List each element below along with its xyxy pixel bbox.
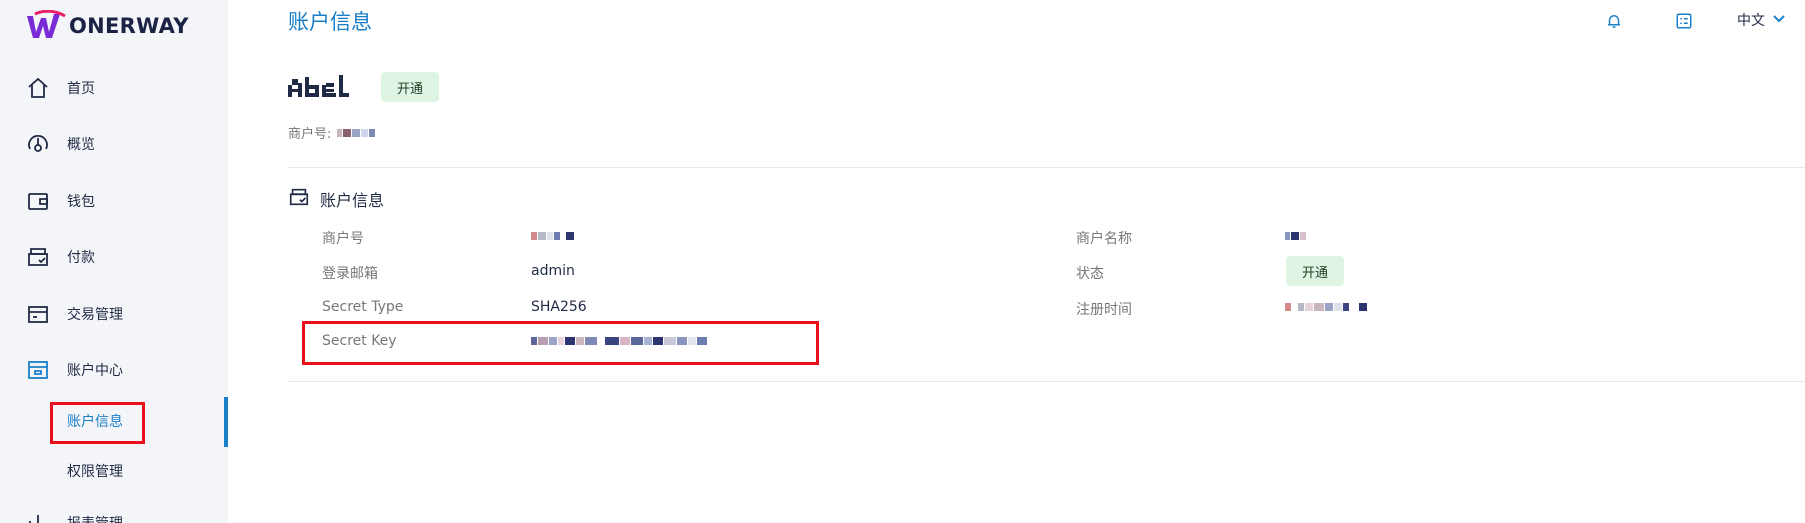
report-icon [25, 510, 51, 523]
field-label-merchant-name: 商户名称 [1076, 231, 1132, 247]
field-label-login-email: 登录邮箱 [322, 266, 378, 282]
field-value-status-badge: 开通 [1286, 256, 1344, 286]
sidebar-item-overview[interactable]: 概览 [0, 124, 228, 164]
field-value-merchant-no-redacted [531, 229, 574, 243]
transactions-icon [25, 301, 51, 327]
sidebar-item-label: 账户中心 [67, 363, 123, 379]
sidebar-item-label: 首页 [67, 81, 95, 97]
divider [288, 381, 1805, 382]
language-label: 中文 [1737, 13, 1765, 29]
sidebar-active-indicator [224, 397, 228, 447]
field-value-login-email: admin [531, 263, 575, 279]
chevron-down-icon [1773, 12, 1785, 28]
bell-icon[interactable] [1603, 10, 1625, 32]
sidebar-subitem-permissions[interactable]: 权限管理 [0, 451, 228, 491]
home-icon [25, 75, 51, 101]
sidebar-item-account-center[interactable]: 账户中心 [0, 350, 228, 390]
account-info-icon [288, 186, 310, 212]
sidebar-item-home[interactable]: 首页 [0, 68, 228, 108]
merchant-number-redacted [337, 126, 376, 140]
logo[interactable]: ONERWAY [25, 8, 189, 44]
onerway-logo-icon [27, 10, 66, 38]
sidebar-item-transactions[interactable]: 交易管理 [0, 294, 228, 334]
sidebar-item-label: 报表管理 [67, 513, 123, 523]
merchant-name-redacted [288, 68, 354, 104]
status-badge: 开通 [381, 72, 439, 102]
field-label-register-time: 注册时间 [1076, 302, 1132, 318]
sidebar-item-reports[interactable]: 报表管理 [0, 503, 228, 523]
field-label-secret-type: Secret Type [322, 299, 404, 315]
field-value-merchant-name-redacted [1285, 229, 1306, 243]
section-title: 账户信息 [288, 186, 384, 212]
sidebar-subitem-label: 权限管理 [67, 464, 123, 480]
merchant-number: 商户号: [288, 123, 376, 142]
payment-icon [25, 244, 51, 270]
dashboard-icon [25, 131, 51, 157]
sidebar: ONERWAY 首页 概览 钱包 付款 交易管理 账户中心 账户信息 权限管理 [0, 0, 228, 523]
field-label-merchant-no: 商户号 [322, 231, 364, 247]
sidebar-item-label: 交易管理 [67, 307, 123, 323]
merchant-number-label: 商户号: [288, 127, 332, 142]
highlight-box-secret-key [302, 321, 819, 365]
sidebar-item-payment[interactable]: 付款 [0, 237, 228, 277]
profile-card-icon[interactable] [1673, 10, 1695, 32]
brand-name: ONERWAY [69, 14, 189, 38]
sidebar-item-label: 钱包 [67, 194, 95, 210]
field-value-secret-type: SHA256 [531, 299, 587, 315]
section-title-text: 账户信息 [320, 191, 385, 210]
sidebar-item-label: 付款 [67, 250, 95, 266]
field-label-status: 状态 [1076, 266, 1104, 282]
language-selector[interactable]: 中文 [1737, 10, 1785, 30]
account-center-icon [25, 357, 51, 383]
highlight-box-account-info [50, 402, 145, 444]
sidebar-item-wallet[interactable]: 钱包 [0, 181, 228, 221]
wallet-icon [25, 188, 51, 214]
divider [288, 167, 1805, 168]
page-title: 账户信息 [288, 10, 372, 34]
sidebar-item-label: 概览 [67, 137, 95, 153]
field-value-register-time-redacted [1285, 300, 1367, 314]
